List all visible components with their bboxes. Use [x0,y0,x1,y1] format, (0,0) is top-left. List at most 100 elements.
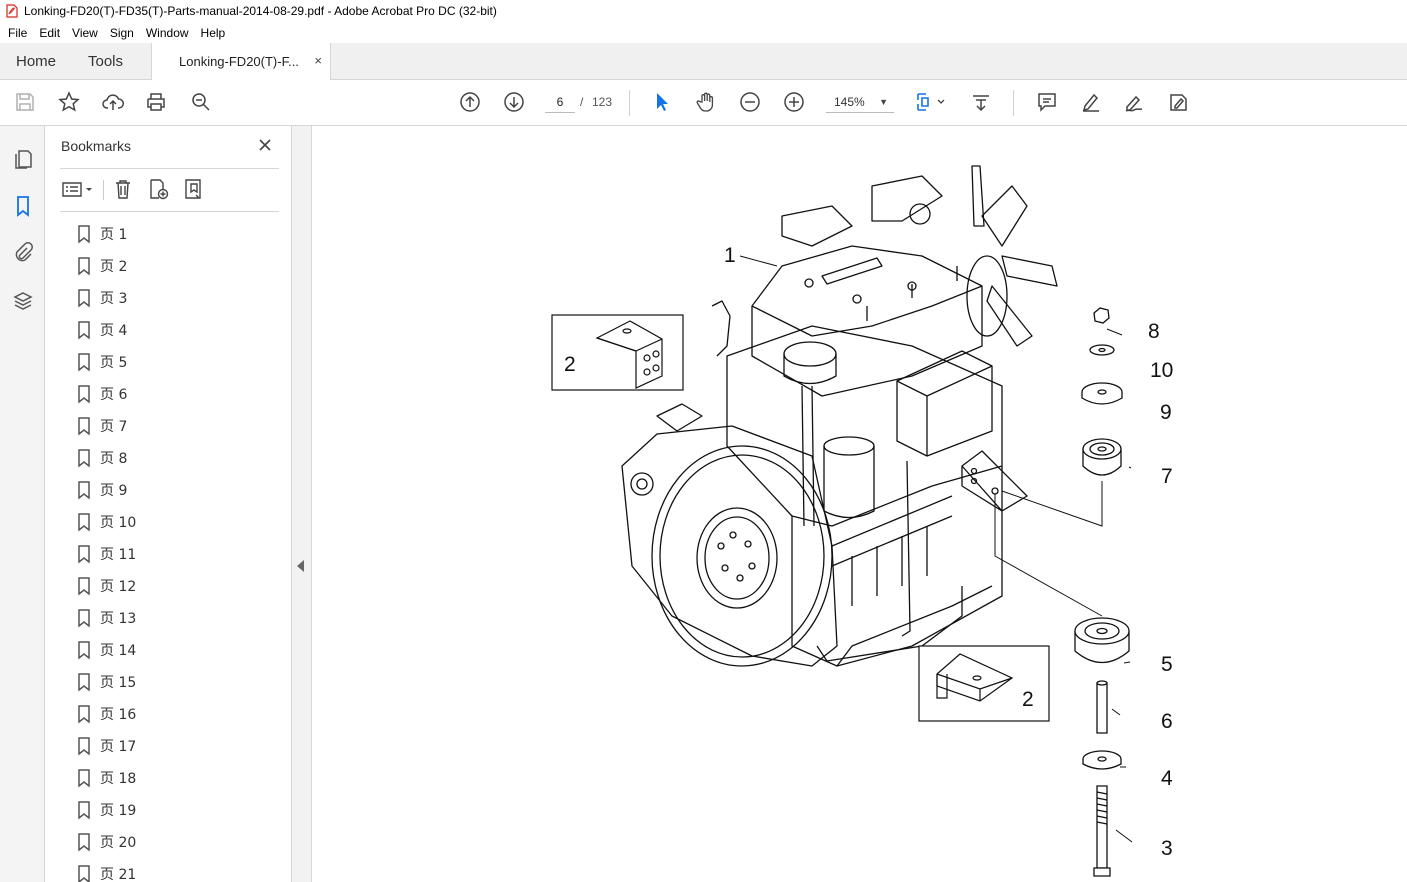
bookmark-item[interactable]: 页 2 [60,250,270,282]
bookmark-ribbon-icon [17,196,29,217]
hand-tool-button[interactable] [693,89,719,115]
toolbar-divider [629,90,630,116]
bookmark-item-label: 页 2 [100,259,128,275]
bookmark-options-button[interactable] [60,176,96,202]
menu-view[interactable]: View [66,26,104,40]
bookmark-item[interactable]: 页 12 [60,570,270,602]
bookmark-icon [78,705,90,723]
printer-icon [147,93,165,111]
bookmark-icon [78,577,90,595]
bookmark-item[interactable]: 页 14 [60,634,270,666]
bookmark-item[interactable]: 页 17 [60,730,270,762]
bookmark-item-label: 页 17 [100,739,137,755]
bookmark-item-label: 页 8 [100,451,128,467]
bookmark-item-label: 页 13 [100,611,137,627]
scrolling-mode-button[interactable] [968,89,994,115]
bookmark-item[interactable]: 页 3 [60,282,270,314]
page-separator: / [580,95,584,109]
bookmark-icon [78,513,90,531]
draw-button[interactable] [1121,89,1147,115]
bookmark-icon [78,833,90,851]
bookmark-item-label: 页 20 [100,835,137,851]
divider [60,211,279,212]
bookmark-star-button[interactable] [56,89,82,115]
bookmark-item[interactable]: 页 11 [60,538,270,570]
highlight-button[interactable] [1078,89,1104,115]
attachments-button[interactable] [10,239,36,265]
bookmark-item-label: 页 11 [100,547,137,563]
bookmark-item[interactable]: 页 1 [60,218,270,250]
bookmark-item-label: 页 5 [100,355,128,371]
page-display-button[interactable] [913,89,947,115]
menu-window[interactable]: Window [140,26,195,40]
bookmark-item[interactable]: 页 6 [60,378,270,410]
bookmark-icon [78,769,90,787]
bookmark-item[interactable]: 页 19 [60,794,270,826]
bookmark-item[interactable]: 页 5 [60,346,270,378]
toolbar-divider [1013,90,1014,116]
arrow-up-circle-icon [460,92,480,112]
save-button[interactable] [12,89,38,115]
bookmark-item[interactable]: 页 8 [60,442,270,474]
menu-edit[interactable]: Edit [33,26,66,40]
menu-bar: File Edit View Sign Window Help [0,22,1407,43]
bookmark-item[interactable]: 页 15 [60,666,270,698]
tab-home[interactable]: Home [16,43,56,80]
menu-help[interactable]: Help [195,26,232,40]
bookmark-item[interactable]: 页 10 [60,506,270,538]
add-bookmark-icon [150,179,169,200]
bookmark-item[interactable]: 页 16 [60,698,270,730]
find-button[interactable] [188,89,214,115]
layers-icon [13,292,33,310]
select-tool-button[interactable] [649,89,675,115]
upload-button[interactable] [100,89,126,115]
comment-button[interactable] [1034,89,1060,115]
bookmark-item[interactable]: 页 13 [60,602,270,634]
bookmark-item[interactable]: 页 21 [60,858,270,882]
menu-sign[interactable]: Sign [104,26,140,40]
cursor-arrow-icon [657,93,668,111]
bookmark-item[interactable]: 页 18 [60,762,270,794]
tab-document-label: Lonking-FD20(T)-F... [179,54,299,69]
page-number-input[interactable] [545,91,575,113]
tab-close-icon[interactable]: × [314,53,322,68]
collapse-arrow-icon[interactable] [297,560,304,572]
bookmark-item[interactable]: 页 4 [60,314,270,346]
zoom-out-button[interactable] [737,89,763,115]
plus-circle-icon [784,92,804,112]
bookmark-item[interactable]: 页 7 [60,410,270,442]
tab-tools[interactable]: Tools [88,43,123,80]
bookmark-icon [78,385,90,403]
bookmark-item-label: 页 6 [100,387,128,403]
close-panel-button[interactable] [255,135,275,155]
print-button[interactable] [143,89,169,115]
delete-bookmark-button[interactable] [110,176,136,202]
zoom-in-button[interactable] [781,89,807,115]
hand-icon [696,92,714,112]
bookmark-from-selection-button[interactable] [180,176,206,202]
callout-4: 4 [1161,767,1173,790]
panel-splitter[interactable] [292,126,312,882]
next-page-button[interactable] [501,89,527,115]
zoom-level-select[interactable]: 145% ▼ [826,91,894,113]
bookmark-icon [78,225,90,243]
previous-page-button[interactable] [457,89,483,115]
document-view[interactable]: 1 2 2 8 10 9 7 5 6 4 3 [312,126,1407,882]
options-list-icon [62,182,92,197]
bookmark-item[interactable]: 页 9 [60,474,270,506]
callout-6: 6 [1161,710,1173,733]
trash-icon [116,180,130,199]
bookmark-icon [78,737,90,755]
fill-sign-button[interactable] [1166,89,1192,115]
bookmark-item-label: 页 10 [100,515,137,531]
toolbar: / 123 145% ▼ [0,80,1407,126]
tab-document[interactable]: Lonking-FD20(T)-F... × [151,43,331,80]
menu-file[interactable]: File [2,26,33,40]
page-thumbnails-button[interactable] [10,146,36,172]
callout-9: 9 [1160,401,1172,424]
bookmarks-panel-button[interactable] [10,193,36,219]
new-bookmark-button[interactable] [145,176,171,202]
bookmark-item[interactable]: 页 20 [60,826,270,858]
layers-button[interactable] [10,288,36,314]
acrobat-app-icon [6,4,18,18]
